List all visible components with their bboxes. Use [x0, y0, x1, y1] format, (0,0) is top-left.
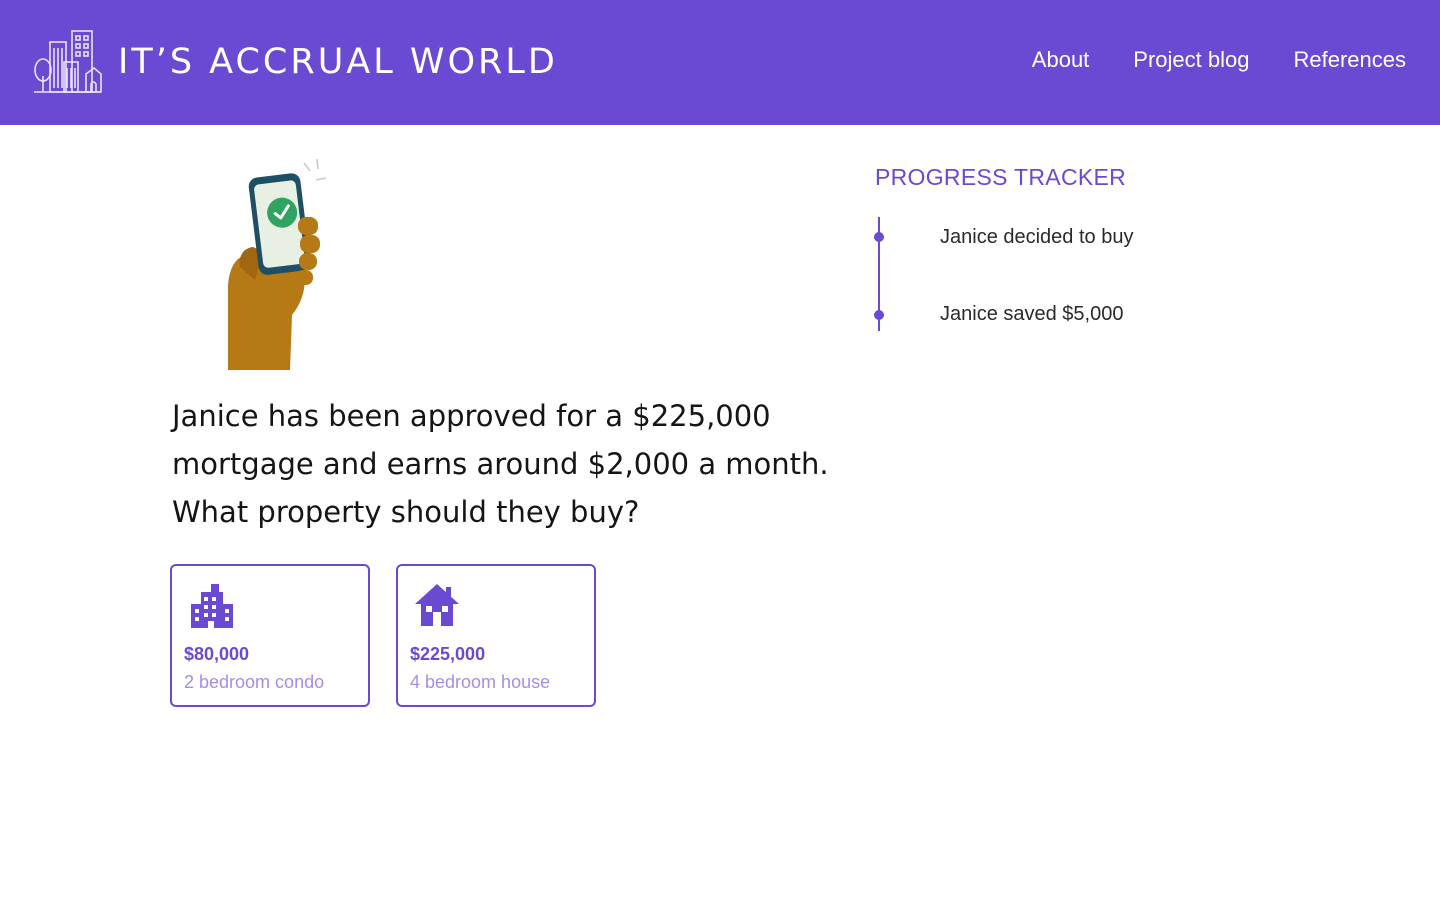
site-header: IT’S ACCRUAL WORLD About Project blog Re… — [0, 0, 1440, 125]
option-price: $225,000 — [410, 644, 486, 664]
option-description: 4 bedroom house — [410, 672, 551, 692]
nav-project-blog-link[interactable]: Project blog — [1133, 47, 1249, 73]
tracker-step-dot — [874, 232, 884, 242]
option-card-condo[interactable]: $80,000 2 bedroom condo — [170, 564, 370, 707]
hand-holding-phone-checkmark-icon — [228, 158, 327, 370]
question-text: Janice has been approved for a $225,000 … — [172, 399, 829, 529]
option-price: $80,000 — [184, 644, 250, 664]
house-icon — [415, 584, 459, 626]
option-description: 2 bedroom condo — [184, 672, 325, 692]
nav-references-link[interactable]: References — [1293, 47, 1406, 73]
tracker-step-dot — [874, 310, 884, 320]
apartment-building-icon — [191, 584, 233, 628]
progress-tracker: PROGRESS TRACKER Janice decided to buy J… — [874, 160, 1295, 360]
city-buildings-icon — [34, 30, 102, 93]
property-options: $80,000 2 bedroom condo $225,000 4 bedro… — [170, 564, 596, 707]
tracker-title: PROGRESS TRACKER — [875, 164, 1127, 190]
site-title: IT’S ACCRUAL WORLD — [118, 42, 558, 82]
brand[interactable]: IT’S ACCRUAL WORLD — [32, 28, 558, 96]
main-nav: About Project blog References — [1032, 47, 1406, 73]
option-card-house[interactable]: $225,000 4 bedroom house — [396, 564, 596, 707]
tracker-step-label: Janice decided to buy — [940, 226, 1134, 248]
tracker-step-label: Janice saved $5,000 — [940, 303, 1124, 325]
nav-about-link[interactable]: About — [1032, 47, 1090, 73]
